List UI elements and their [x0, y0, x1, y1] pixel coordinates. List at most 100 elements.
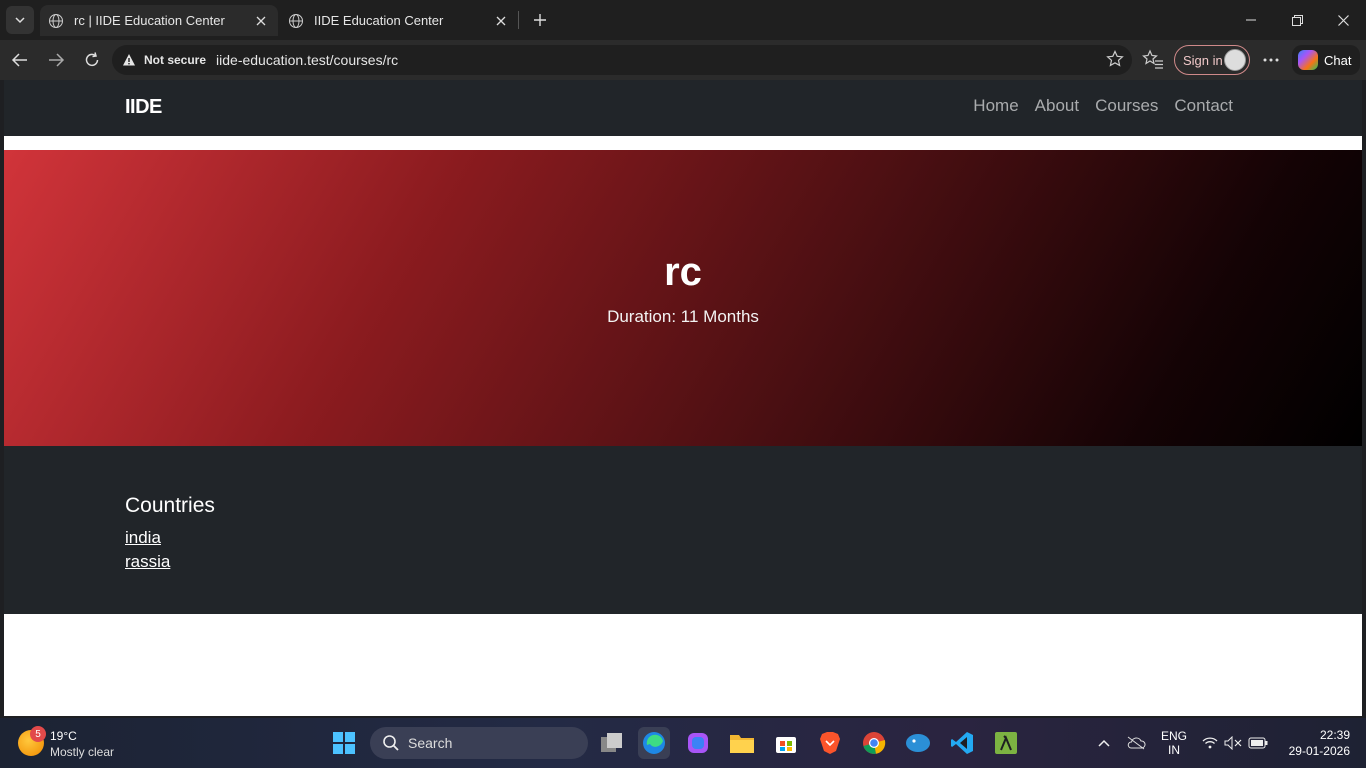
- url-text[interactable]: iide-education.test/courses/rc: [216, 52, 398, 68]
- store-app[interactable]: [770, 727, 802, 759]
- restore-button[interactable]: [1274, 0, 1320, 40]
- close-window-button[interactable]: [1320, 0, 1366, 40]
- tab-separator: [518, 11, 519, 29]
- vscode-icon: [951, 732, 973, 754]
- cloud-off-icon: [1127, 736, 1146, 750]
- warning-icon[interactable]: [122, 52, 138, 68]
- country-link-rassia[interactable]: rassia: [125, 550, 170, 574]
- countries-heading: Countries: [125, 494, 215, 517]
- countries-list: india rassia: [125, 526, 170, 574]
- nav-contact[interactable]: Contact: [1174, 96, 1233, 116]
- copilot-app[interactable]: [682, 727, 714, 759]
- restore-icon: [1291, 14, 1303, 26]
- chat-label: Chat: [1324, 52, 1352, 68]
- country-link-india[interactable]: india: [125, 526, 170, 550]
- system-clock[interactable]: 22:39 29-01-2026: [1280, 718, 1350, 768]
- browser-toolbar: Not secure iide-education.test/courses/r…: [0, 40, 1366, 80]
- chrome-icon: [863, 732, 886, 754]
- chevron-up-icon: [1098, 739, 1110, 747]
- new-tab-button[interactable]: [528, 8, 552, 32]
- edge-app[interactable]: [638, 727, 670, 759]
- speaker-muted-icon: [1224, 736, 1242, 750]
- browser-tab-bar: rc | IIDE Education Center IIDE Educatio…: [0, 0, 1366, 40]
- language-code: ENG: [1160, 729, 1187, 743]
- tab-title: IIDE Education Center: [314, 13, 444, 28]
- site-menu: Home About Courses Contact: [973, 96, 1233, 116]
- cloud-app[interactable]: [902, 727, 934, 759]
- forward-button[interactable]: [42, 46, 70, 74]
- reload-icon: [85, 52, 99, 67]
- tab-list-button[interactable]: [6, 6, 34, 34]
- clock-date: 29-01-2026: [1288, 744, 1350, 758]
- arrow-left-icon: [11, 53, 27, 67]
- store-icon: [776, 737, 796, 753]
- tab-inactive[interactable]: IIDE Education Center: [280, 5, 518, 36]
- task-view-icon: [601, 733, 622, 752]
- site-brand[interactable]: IIDE: [125, 96, 162, 119]
- weather-widget[interactable]: 5 19°C Mostly clear: [16, 726, 146, 762]
- weather-temp: 19°C: [50, 729, 77, 743]
- windows-taskbar: 5 19°C Mostly clear Search ENG IN 22:39 …: [0, 718, 1366, 768]
- page-viewport: IIDE Home About Courses Contact rc Durat…: [4, 80, 1362, 716]
- nav-about[interactable]: About: [1035, 96, 1079, 116]
- globe-icon: [48, 12, 66, 30]
- show-hidden-icons-button[interactable]: [1094, 718, 1114, 768]
- close-icon: [1337, 14, 1349, 26]
- nav-courses[interactable]: Courses: [1095, 96, 1158, 116]
- close-tab-icon[interactable]: [252, 12, 270, 30]
- onedrive-status-button[interactable]: [1124, 718, 1148, 768]
- task-view-button[interactable]: [596, 727, 628, 759]
- lambda-app[interactable]: [990, 727, 1022, 759]
- notification-badge: 5: [30, 726, 46, 742]
- quick-settings-button[interactable]: [1200, 718, 1270, 768]
- clock-time: 22:39: [1319, 728, 1350, 742]
- search-icon: [383, 735, 399, 751]
- favorites-icon[interactable]: [1142, 49, 1164, 71]
- start-button[interactable]: [328, 727, 360, 759]
- nav-home[interactable]: Home: [973, 96, 1018, 116]
- wifi-icon: [1202, 737, 1218, 749]
- edge-icon: [643, 732, 665, 754]
- brave-lion-icon: [820, 732, 840, 754]
- tab-active[interactable]: rc | IIDE Education Center: [40, 5, 278, 36]
- course-title: rc: [664, 250, 702, 294]
- search-label: Search: [408, 735, 453, 751]
- chrome-app[interactable]: [858, 727, 890, 759]
- ellipsis-icon: [1263, 58, 1279, 62]
- copilot-icon: [1298, 50, 1318, 70]
- folder-icon: [730, 735, 754, 753]
- language-indicator[interactable]: ENG IN: [1158, 718, 1190, 768]
- avatar: [1224, 49, 1246, 71]
- minimize-button[interactable]: [1228, 0, 1274, 40]
- reload-button[interactable]: [78, 46, 106, 74]
- back-button[interactable]: [6, 46, 34, 74]
- globe-icon: [288, 12, 306, 30]
- vscode-app[interactable]: [946, 727, 978, 759]
- more-options-button[interactable]: [1258, 48, 1284, 72]
- security-label[interactable]: Not secure: [144, 53, 206, 67]
- weather-condition: Mostly clear: [50, 745, 115, 759]
- copilot-chat-button[interactable]: Chat: [1292, 45, 1360, 75]
- sign-in-label: Sign in: [1183, 52, 1223, 68]
- site-navbar: IIDE Home About Courses Contact: [4, 80, 1362, 136]
- close-tab-icon[interactable]: [492, 12, 510, 30]
- chevron-down-icon: [15, 17, 25, 24]
- star-icon[interactable]: [1106, 50, 1126, 70]
- language-region: IN: [1168, 743, 1180, 757]
- elephant-icon: [906, 734, 930, 752]
- countries-section: Countries india rassia: [4, 446, 1362, 614]
- windows-logo-icon: [333, 732, 355, 754]
- battery-icon: [1248, 737, 1268, 749]
- address-bar[interactable]: Not secure iide-education.test/courses/r…: [112, 45, 1132, 75]
- taskbar-search[interactable]: Search: [370, 727, 588, 759]
- tab-title: rc | IIDE Education Center: [74, 13, 225, 28]
- brave-app[interactable]: [814, 727, 846, 759]
- course-hero: rc Duration: 11 Months: [4, 150, 1362, 446]
- copilot-icon: [688, 733, 708, 753]
- plus-icon: [534, 14, 546, 26]
- file-explorer-app[interactable]: [726, 727, 758, 759]
- lambda-icon: [995, 732, 1017, 754]
- arrow-right-icon: [49, 53, 65, 67]
- minimize-icon: [1246, 19, 1256, 21]
- sign-in-button[interactable]: Sign in: [1174, 45, 1250, 75]
